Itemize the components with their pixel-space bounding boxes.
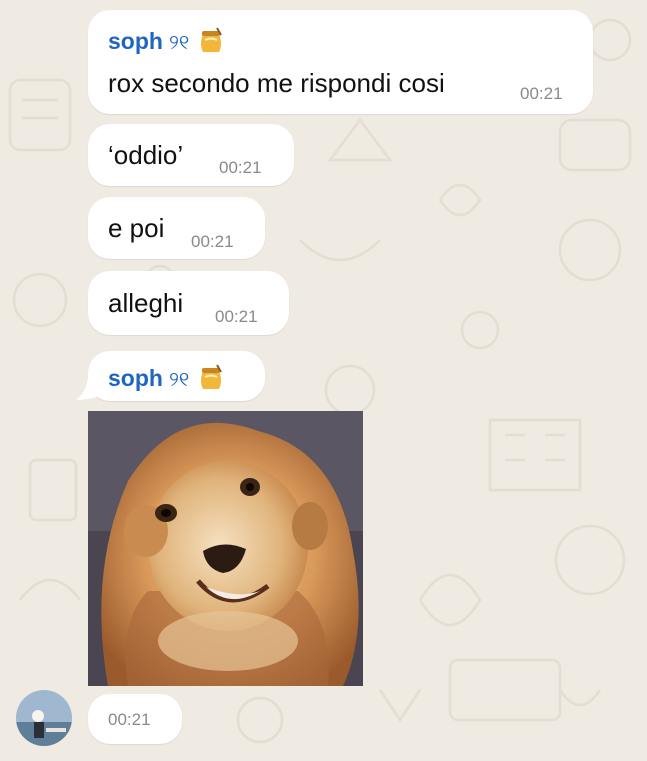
message-text: rox secondo me rispondi cosi (108, 68, 445, 98)
lion-sticker[interactable] (88, 411, 363, 686)
sender-header-bubble[interactable]: soph ୨୧ (88, 351, 265, 401)
sender-deco: ୨୧ (168, 32, 190, 54)
message-bubble[interactable]: ‘oddio’ 00:21 (88, 124, 294, 186)
message-time: 00:21 (108, 710, 151, 729)
sender-deco: ୨୧ (168, 369, 190, 391)
honey-pot-icon (197, 26, 225, 60)
bubble-tail (76, 378, 100, 400)
avatar[interactable] (16, 690, 72, 746)
honey-pot-icon (197, 363, 225, 397)
message-text: e poi (108, 213, 165, 243)
sender-name-text: soph (108, 365, 163, 391)
message-time: 00:21 (215, 307, 258, 326)
message-time: 00:21 (520, 84, 563, 103)
message-time: 00:21 (191, 232, 234, 251)
message-text: alleghi (108, 288, 184, 318)
message-bubble[interactable]: alleghi 00:21 (88, 271, 289, 335)
sender-name-text: soph (108, 28, 163, 54)
message-time: 00:21 (219, 158, 262, 177)
sticker-time-bubble: 00:21 (88, 694, 182, 744)
message-bubble[interactable]: soph ୨୧ rox secondo me rispondi cosi 00:2… (88, 10, 593, 114)
sender-name[interactable]: soph ୨୧ (108, 26, 225, 60)
message-bubble[interactable]: e poi 00:21 (88, 197, 265, 259)
sender-name[interactable]: soph ୨୧ (108, 363, 225, 397)
message-text: ‘oddio’ (108, 140, 184, 170)
